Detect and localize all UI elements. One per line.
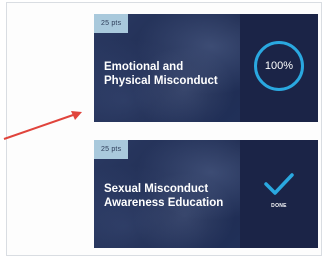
course-title-line2: Physical Misconduct	[104, 75, 218, 87]
course-card-sexual-misconduct-awareness[interactable]: 25 pts Sexual Misconduct Awareness Educa…	[94, 140, 318, 248]
course-title: Sexual Misconduct Awareness Education	[104, 182, 244, 210]
course-title-line1: Emotional and	[104, 61, 184, 73]
points-badge: 25 pts	[94, 140, 129, 159]
course-title-line1: Sexual Misconduct	[104, 183, 209, 195]
annotation-arrow-icon	[3, 111, 82, 140]
checkmark-icon	[264, 173, 294, 195]
course-title: Emotional and Physical Misconduct	[104, 60, 244, 88]
status-done-label: DONE	[271, 203, 287, 209]
course-card-emotional-physical-misconduct[interactable]: 25 pts Emotional and Physical Misconduct…	[94, 14, 318, 122]
points-badge: 25 pts	[94, 14, 129, 33]
course-title-line2: Awareness Education	[104, 197, 224, 209]
progress-ring: 100%	[254, 41, 304, 91]
